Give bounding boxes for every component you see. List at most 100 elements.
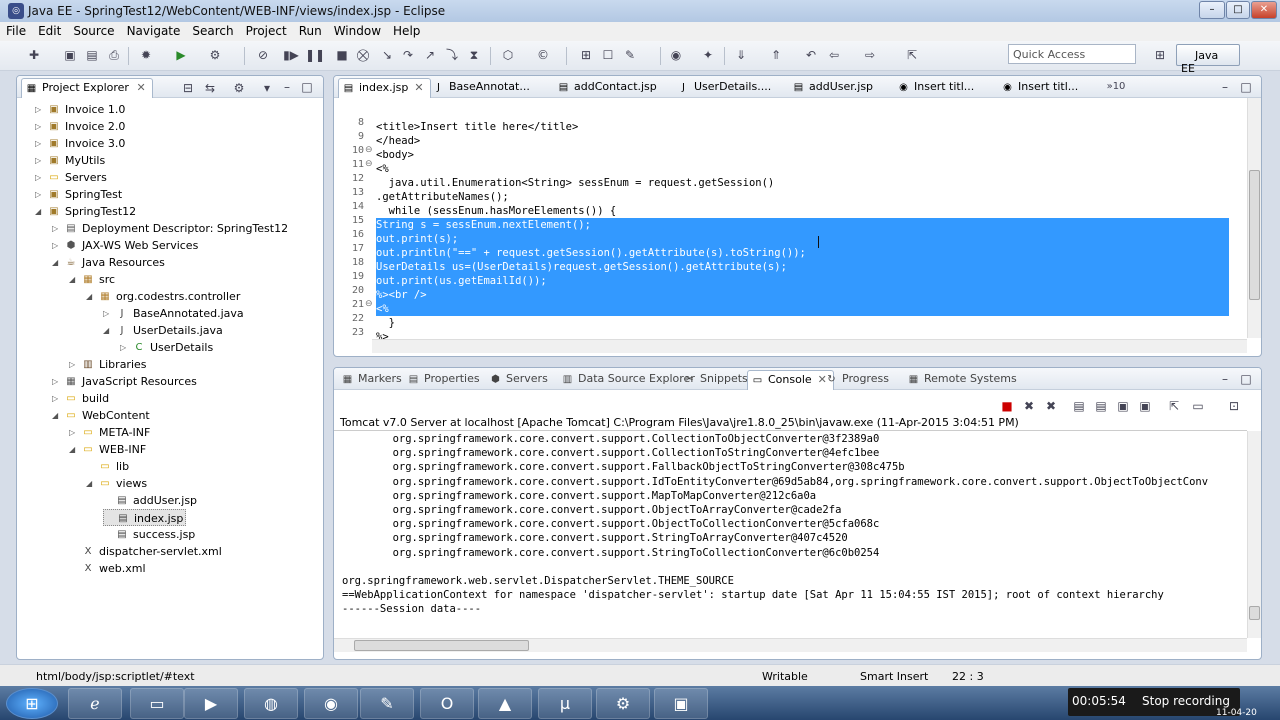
more-tabs-indicator[interactable]: »10 [1102,79,1130,95]
tree-toggle-icon[interactable]: ▷ [35,169,45,186]
chrome-icon[interactable]: ◉ [304,688,358,719]
tree-item[interactable]: ◢ ▣ SpringTest12 [35,203,136,220]
tree-toggle-icon[interactable]: ▷ [35,101,45,118]
console-output[interactable]: org.springframework.core.convert.support… [334,431,1247,638]
tree-toggle-icon[interactable]: ▷ [35,186,45,203]
tree-item[interactable]: ◢ J UserDetails.java [103,322,223,339]
tab-snippets[interactable]: ✂ Snippets [680,370,748,390]
step-into-icon[interactable]: ↘ [379,47,395,63]
tab-project-explorer[interactable]: ▦ Project Explorer ✕ [21,78,153,98]
customize-view-icon[interactable]: ⚙ [231,80,247,96]
close-window-button[interactable]: ✕ [1251,1,1277,19]
tree-toggle-icon[interactable]: ◢ [35,203,45,220]
file-explorer-icon[interactable]: ▭ [130,688,184,719]
tree-item[interactable]: ▤ index.jsp [103,509,187,526]
tab-console[interactable]: ▭ Console ✕ [747,370,834,390]
menu-navigate[interactable]: Navigate [121,22,187,38]
tree-toggle-icon[interactable]: ◢ [69,271,79,288]
tree-item[interactable]: ▷ ▣ SpringTest [35,186,122,203]
terminate-icon[interactable]: ■ [334,47,350,63]
tree-toggle-icon[interactable]: ◢ [52,407,62,424]
editor-tab[interactable]: J BaseAnnotat... [429,78,530,98]
clear-console-icon[interactable]: ▤ [1071,398,1087,414]
notes-icon[interactable]: ✎ [360,688,414,719]
tree-item[interactable]: ▤ addUser.jsp [103,492,197,509]
tree-toggle-icon[interactable]: ▷ [120,339,130,356]
menu-run[interactable]: Run [293,22,328,38]
skip-breakpoints-icon[interactable]: ⊘ [255,47,271,63]
globe-icon[interactable]: ◉ [668,47,684,63]
terminate-icon[interactable]: ■ [999,398,1015,414]
close-icon[interactable]: ✕ [136,81,145,94]
console-vscroll-thumb[interactable] [1249,606,1260,620]
tree-item[interactable]: ▷ ▣ MyUtils [35,152,105,169]
back-icon[interactable]: ⇦ [826,47,842,63]
tree-item[interactable]: Xdispatcher-servlet.xml [69,543,222,560]
new-class-icon[interactable]: © [535,47,551,63]
editor-tab[interactable]: ▤ index.jsp ✕ [338,78,431,98]
start-button-icon[interactable]: ⊞ [6,688,58,719]
open-console-icon[interactable]: ⊡ [1226,398,1242,414]
console-vertical-scrollbar[interactable] [1247,431,1261,638]
editor-vertical-scrollbar[interactable] [1247,98,1261,338]
tree-toggle-icon[interactable]: ▷ [35,118,45,135]
tree-item[interactable]: ▷ ▣ Invoice 3.0 [35,135,125,152]
minimize-view-icon[interactable]: – [279,79,295,95]
tree-toggle-icon[interactable]: ▷ [103,305,113,322]
menu-file[interactable]: File [0,22,32,38]
tree-toggle-icon[interactable]: ▷ [52,373,62,390]
tree-item[interactable]: ▷ C UserDetails [120,339,213,356]
tree-item[interactable]: ▷ ⬢ JAX-WS Web Services [52,237,198,254]
editor-tab[interactable]: J UserDetails.... [674,78,771,98]
tree-item[interactable]: ▷ ▣ Invoice 2.0 [35,118,125,135]
tree-item[interactable]: ◢ ▦ src [69,271,115,288]
minimize-console-icon[interactable]: – [1217,371,1233,387]
debug-icon[interactable]: ✹ [138,47,154,63]
tab-progress[interactable]: ↻ Progress [822,370,889,390]
remove-launch-icon[interactable]: ✖ [1021,398,1037,414]
tree-toggle-icon[interactable]: ◢ [52,254,62,271]
vlc-icon[interactable]: ▲ [478,688,532,719]
utorrent-icon[interactable]: µ [538,688,592,719]
step-over-icon[interactable]: ↷ [400,47,416,63]
tree-item[interactable]: ▷ ▭ Servers [35,169,107,186]
minimize-button[interactable]: – [1199,1,1225,19]
suspend-icon[interactable]: ❚❚ [305,47,325,63]
show-console-on-output-icon[interactable]: ▣ [1137,398,1153,414]
media-player-icon[interactable]: ▶ [184,688,238,719]
tree-item[interactable]: ▷ ▭ build [52,390,109,407]
drop-to-frame-icon[interactable]: ⤵ [444,47,460,63]
java-ee-perspective-button[interactable]: Java EE [1176,44,1240,75]
save-icon[interactable]: ▣ [62,47,78,63]
opera-icon[interactable]: O [420,688,474,719]
console-horizontal-scrollbar[interactable] [334,638,1247,652]
open-task-icon[interactable]: ☐ [600,47,616,63]
disconnect-icon[interactable]: ⛒ [355,47,371,63]
display-selected-console-icon[interactable]: ▭ [1190,398,1206,414]
tree-item[interactable]: ◢ ▦ org.codestrs.controller [86,288,240,305]
open-type-icon[interactable]: ⊞ [578,47,594,63]
recorder-taskbar-icon[interactable]: ▣ [654,688,708,719]
tree-toggle-icon[interactable]: ◢ [86,475,96,492]
tree-item[interactable]: ◢ ☕ Java Resources [52,254,165,271]
maximize-button[interactable]: □ [1226,1,1250,19]
tree-toggle-icon[interactable]: ▷ [52,237,62,254]
quick-access-input[interactable]: Quick Access [1008,44,1136,64]
tree-toggle-icon[interactable]: ▷ [52,220,62,237]
new-server-icon[interactable]: ⬡ [500,47,516,63]
maximize-editor-icon[interactable]: □ [1238,79,1254,95]
console-hscroll-thumb[interactable] [354,640,529,651]
pin-editor-icon[interactable]: ⇱ [904,47,920,63]
menu-window[interactable]: Window [328,22,387,38]
tree-item[interactable]: ▤ success.jsp [103,526,195,543]
tree-item[interactable]: ◢ ▭ views [86,475,147,492]
prev-annotation-icon[interactable]: ⇑ [768,47,784,63]
tree-toggle-icon[interactable]: ◢ [86,288,96,305]
close-icon[interactable]: ✕ [414,81,423,94]
maximize-view-icon[interactable]: □ [299,79,315,95]
firefox-icon[interactable]: ◍ [244,688,298,719]
resume-icon[interactable]: ▮▶ [283,47,299,63]
menu-help[interactable]: Help [387,22,426,38]
tab-servers[interactable]: ⬢ Servers [486,370,548,390]
tree-toggle-icon[interactable]: ▷ [69,424,79,441]
